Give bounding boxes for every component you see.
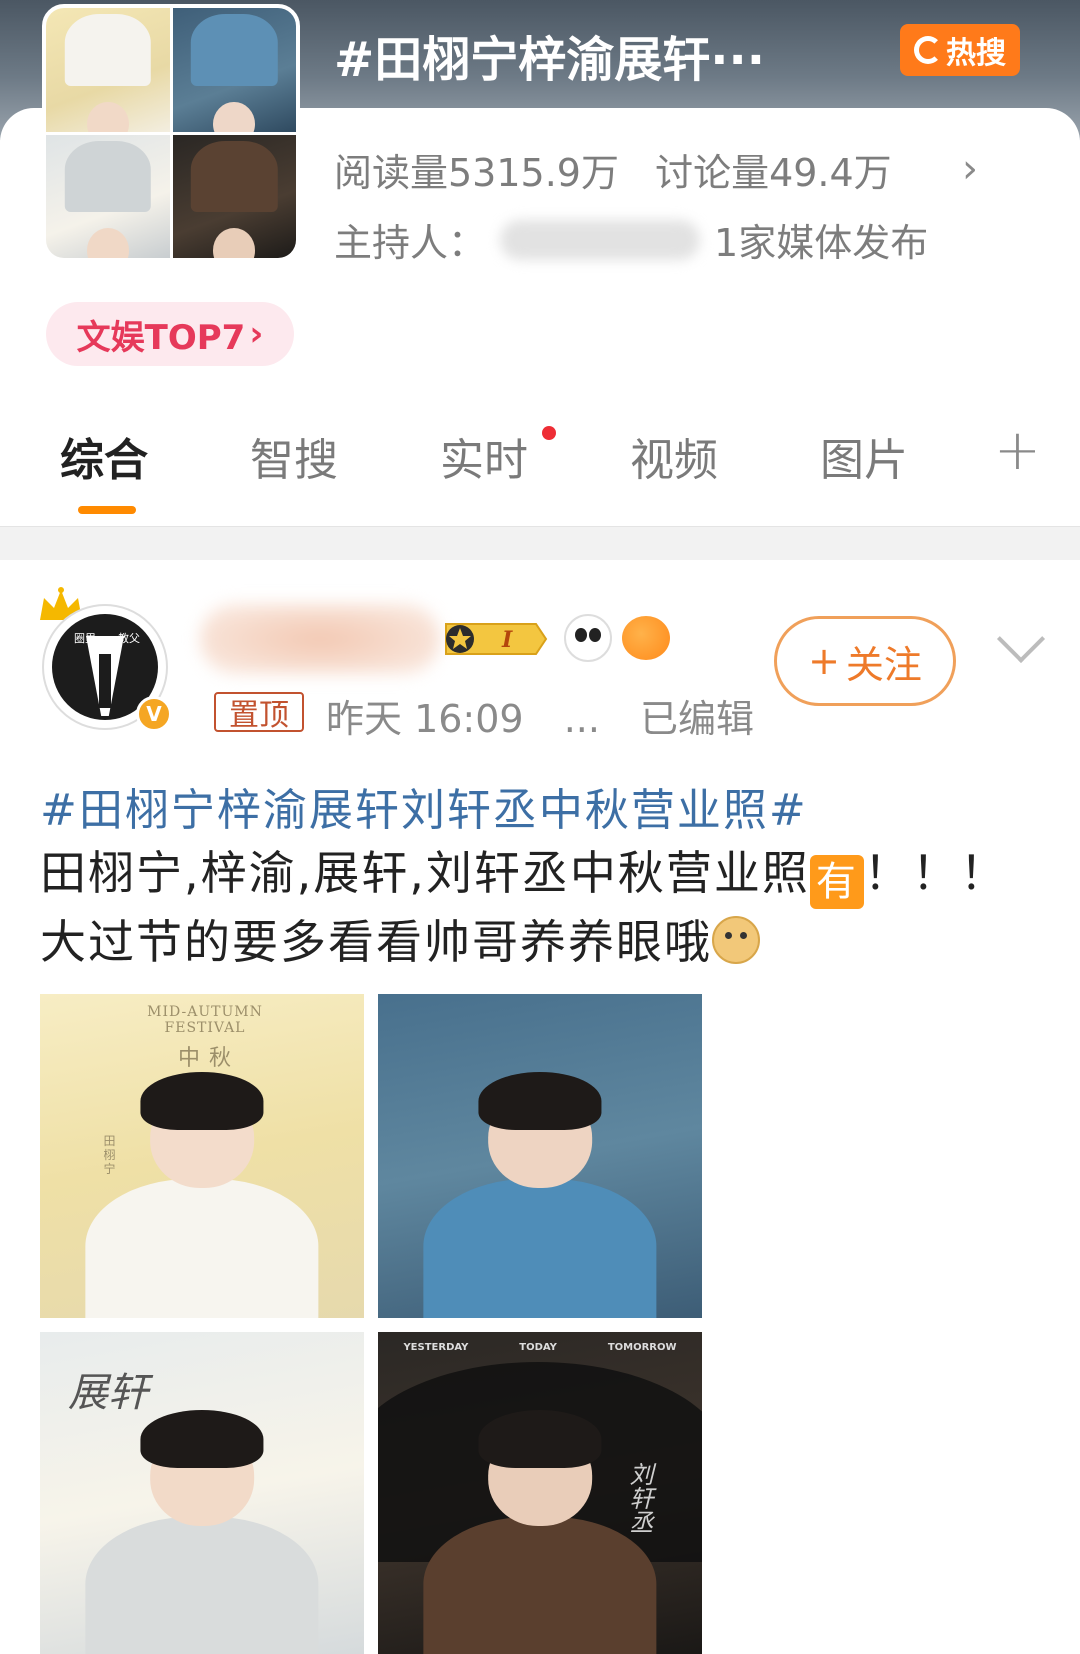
more-indicator: ... [563, 697, 600, 741]
active-tab-indicator [78, 506, 136, 514]
host-row: 主持人： 1家媒体发布 [334, 212, 928, 267]
label-yesterday: YESTERDAY [403, 1342, 469, 1353]
image-caption-side: 田栩宁 [103, 1134, 117, 1176]
pinned-tag: 置顶 [214, 692, 304, 733]
post-image-4[interactable]: YESTERDAY TODAY TOMORROW 刘轩丞 [378, 1332, 702, 1654]
image-signature: 刘轩丞 [625, 1462, 653, 1534]
topic-cover-collage[interactable] [42, 4, 300, 262]
avatar-text-right: 教父 [118, 632, 140, 645]
tab-smart-search[interactable]: 智搜 [250, 424, 338, 488]
tab-images[interactable]: 图片 [820, 424, 908, 488]
media-count: 1家媒体发布 [714, 221, 929, 265]
post-image-1[interactable]: MID-AUTUMN FESTIVAL 中 秋 田栩宁 [40, 994, 364, 1318]
host-label: 主持人： [334, 221, 487, 265]
post-meta: 昨天 16:09 ... 已编辑 [326, 688, 754, 743]
image-top-labels: YESTERDAY TODAY TOMORROW [378, 1342, 702, 1353]
post-text-line2: 大过节的要多看看帅哥养养眼哦 [40, 915, 712, 969]
topic-title: #田栩宁梓渝展轩··· [334, 32, 765, 88]
post-line-2: 大过节的要多看看帅哥养养眼哦 [40, 909, 1050, 975]
post-body: 田栩宁,梓渝,展轩,刘轩丞中秋营业照有！！！ 大过节的要多看看帅哥养养眼哦 [40, 840, 1050, 975]
verified-badge-icon: V [136, 696, 172, 732]
realtime-unread-dot [542, 426, 556, 440]
doge-emoji-icon [712, 916, 760, 964]
plus-icon: + [808, 639, 840, 683]
rank-pill[interactable]: 文娱TOP7 › [46, 302, 294, 366]
image-signature: 展轩 [68, 1370, 148, 1416]
read-count: 阅读量5315.9万 [334, 151, 619, 195]
image-caption-top: MID-AUTUMN FESTIVAL [147, 1004, 263, 1036]
edited-label: 已编辑 [640, 697, 755, 741]
rank-pill-label: 文娱TOP7 [76, 317, 246, 358]
discussion-count: 讨论量49.4万 [655, 151, 892, 195]
avatar-text-left: 圈里 [74, 632, 96, 645]
follow-button[interactable]: + 关注 [774, 616, 956, 706]
hot-search-badge[interactable]: 热搜 [900, 24, 1020, 76]
label-tomorrow: TOMORROW [607, 1342, 677, 1353]
vip-level-label: I [501, 627, 513, 653]
post-topic-link[interactable]: #田栩宁梓渝展轩刘轩丞中秋营业照# [40, 774, 808, 838]
tab-video[interactable]: 视频 [630, 424, 718, 488]
you-emoji-icon: 有 [809, 855, 864, 909]
image-caption-cn: 中 秋 [178, 1046, 232, 1071]
search-tabs: 综合 智搜 实时 视频 图片 [0, 424, 1080, 524]
post-time: 昨天 16:09 [326, 697, 524, 741]
cover-photo-1 [46, 8, 170, 132]
post-image-3[interactable]: 展轩 [40, 1332, 364, 1654]
tab-realtime[interactable]: 实时 [440, 424, 528, 488]
post-image-2[interactable] [378, 994, 702, 1318]
username-blurred[interactable] [200, 604, 440, 674]
cover-photo-3 [46, 134, 170, 258]
cover-photo-2 [172, 8, 296, 132]
hot-search-label: 热搜 [946, 36, 1006, 71]
panda-badge-icon[interactable] [564, 614, 612, 662]
tab-comprehensive[interactable]: 综合 [60, 424, 148, 488]
chevron-right-icon: › [249, 314, 264, 354]
post-text-suffix: ！！！ [863, 846, 1008, 900]
topic-stats[interactable]: 阅读量5315.9万 讨论量49.4万 [334, 142, 892, 197]
post-line-1: 田栩宁,梓渝,展轩,刘轩丞中秋营业照有！！！ [40, 840, 1050, 909]
vip-level-badge-icon[interactable]: I [440, 618, 550, 660]
hot-search-icon [914, 36, 942, 64]
cover-photo-4 [172, 134, 296, 258]
follow-label: 关注 [845, 642, 922, 687]
section-divider [0, 526, 1080, 560]
chevron-right-icon[interactable]: › [962, 146, 978, 192]
post-text-prefix: 田栩宁,梓渝,展轩,刘轩丞中秋营业照 [40, 846, 810, 900]
label-today: TODAY [519, 1342, 557, 1353]
fish-badge-icon[interactable] [622, 616, 670, 660]
host-name-blurred[interactable] [500, 219, 701, 260]
add-tab-icon[interactable]: + [994, 418, 1041, 483]
